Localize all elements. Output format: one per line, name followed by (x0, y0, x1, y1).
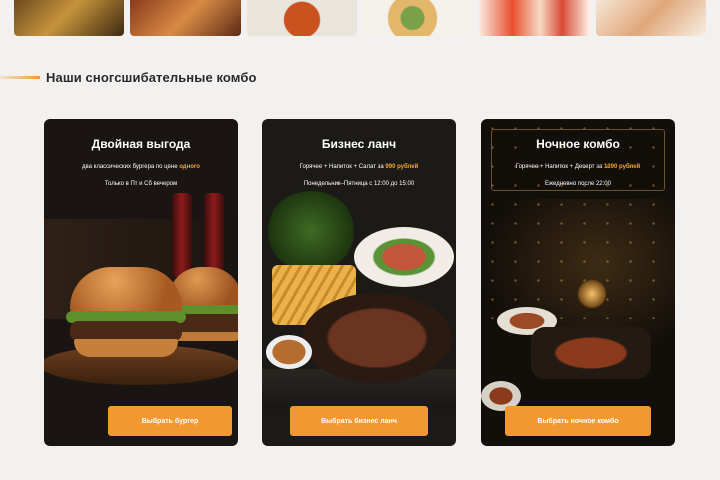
skillet-dish-image (531, 327, 651, 379)
plant-image (266, 191, 356, 271)
combo-description-text: Горячее + Напиток + Салат за (299, 164, 384, 170)
burger-image (74, 339, 178, 357)
bottle-image (172, 193, 192, 277)
combo-availability: Понедельник–Пятница с 12:00 до 15:00 (303, 180, 415, 187)
lamp-image (577, 279, 607, 309)
steak-skillet-image (302, 293, 452, 383)
bottle-image (204, 193, 224, 277)
combo-text: Двойная выгода два классических бургера … (44, 133, 238, 187)
salad-plate-image (354, 227, 454, 287)
burger-image (70, 321, 182, 341)
section-header: Наши сногсшибательные комбо (0, 70, 257, 85)
burger-photo[interactable] (14, 0, 125, 36)
combo-availability: Только в Пт и Сб вечером (104, 180, 178, 187)
choose-business-lunch-button[interactable]: Выбрать бизнес ланч (290, 406, 428, 436)
combo-title: Двойная выгода (91, 137, 191, 151)
combo-card-night-combo: Ночное комбо Горячее + Напиток + Десерт … (481, 119, 675, 446)
dessert-photo[interactable] (595, 0, 706, 36)
combo-text: Ночное комбо Горячее + Напиток + Десерт … (481, 133, 675, 187)
combo-price-highlight: 1390 рублей (603, 164, 641, 170)
section-title: Наши сногсшибательные комбо (46, 70, 257, 85)
combo-description-text: Горячее + Напиток + Десерт за (515, 164, 603, 170)
combo-text: Бизнес ланч Горячее + Напиток + Салат за… (262, 133, 456, 187)
combo-card-business-lunch: Бизнес ланч Горячее + Напиток + Салат за… (262, 119, 456, 446)
pizza-photo[interactable] (130, 0, 241, 36)
drinks-photo[interactable] (479, 0, 590, 36)
choose-night-combo-button[interactable]: Выбрать ночное комбо (505, 406, 651, 436)
choose-burger-button[interactable]: Выбрать бургер (108, 406, 232, 436)
category-photo-strip (14, 0, 706, 36)
combo-price-highlight: 990 рублей (385, 164, 419, 170)
accent-line (0, 76, 40, 79)
combo-availability: Ежедневно после 22:00 (545, 180, 611, 187)
combo-description: Горячее + Напиток + Десерт за 1390 рубле… (491, 164, 665, 172)
combo-title: Бизнес ланч (321, 137, 397, 151)
sauce-bowl-image (266, 335, 312, 369)
combo-title: Ночное комбо (536, 137, 620, 151)
salad-photo[interactable] (362, 0, 474, 36)
combo-card-double-deal: Двойная выгода два классических бургера … (44, 119, 238, 446)
combo-price-highlight: одного (179, 164, 200, 170)
combo-description: Горячее + Напиток + Салат за 990 рублей (272, 164, 446, 172)
burger-image (70, 267, 182, 315)
soup-photo[interactable] (246, 0, 357, 36)
combo-description: два классических бургера по цене одного (54, 164, 228, 172)
combo-description-text: два классических бургера по цене (82, 164, 178, 170)
